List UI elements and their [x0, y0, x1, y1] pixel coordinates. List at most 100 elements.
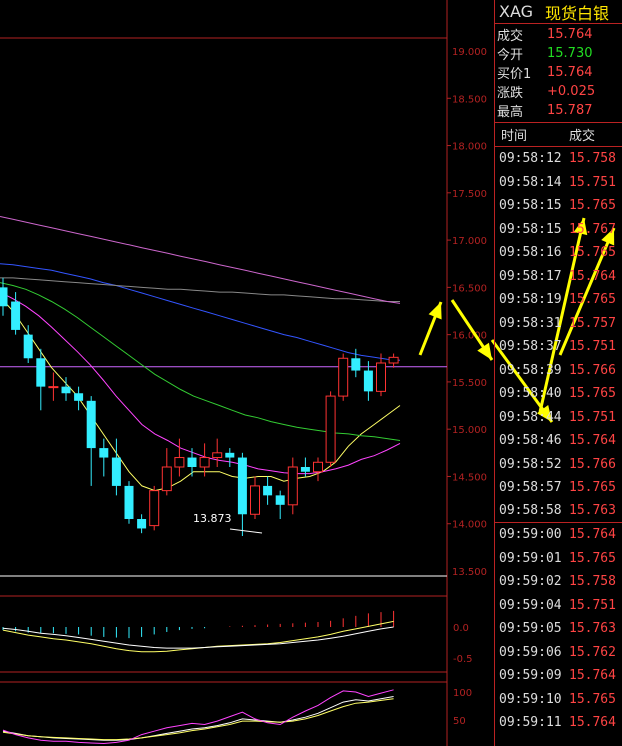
quote-panel: XAG 现货白银 成交 15.764 今开 15.730 买价1 15.764 涨跌 +0.0… — [494, 0, 622, 746]
tick-price: 15.765 — [569, 386, 616, 402]
candle — [225, 448, 235, 467]
candle-body — [187, 457, 197, 467]
candlesticks — [0, 277, 399, 537]
tick-row[interactable]: 09:58:15 15.767 — [495, 218, 622, 242]
y-tick-label: 18.500 — [452, 94, 487, 105]
ticks-header-price: 成交 — [569, 129, 596, 144]
instrument-name: 现货白银 — [545, 3, 610, 23]
tick-row[interactable]: 09:59:10 15.765 — [495, 688, 622, 712]
tick-row[interactable]: 09:58:57 15.765 — [495, 476, 622, 500]
tick-price: 15.763 — [569, 621, 616, 637]
tick-row[interactable]: 09:59:01 15.765 — [495, 547, 622, 571]
tick-row[interactable]: 09:58:37 15.751 — [495, 335, 622, 359]
tick-row[interactable]: 09:58:19 15.765 — [495, 288, 622, 312]
low-price-label: 13.873 — [193, 512, 232, 525]
candle-body — [199, 457, 210, 468]
candle-body — [250, 485, 260, 515]
tick-time: 09:58:14 — [499, 174, 562, 190]
quote-row-value: 15.764 — [547, 27, 593, 42]
tick-time: 09:58:15 — [499, 221, 562, 237]
tick-price: 15.762 — [569, 644, 616, 660]
tick-time: 09:59:11 — [499, 715, 562, 731]
candle — [376, 353, 386, 397]
tick-row[interactable]: 09:58:44 15.751 — [495, 406, 622, 430]
macd-tick-label: -0.5 — [453, 654, 473, 665]
candle — [388, 353, 399, 368]
tick-row[interactable]: 09:58:16 15.765 — [495, 241, 622, 265]
candle — [23, 325, 33, 363]
tick-row[interactable]: 09:59:09 15.764 — [495, 664, 622, 688]
tick-row[interactable]: 09:58:14 15.751 — [495, 171, 622, 195]
tick-row[interactable]: 09:59:00 15.764 — [495, 523, 622, 547]
quote-row: 今开 15.730 — [495, 44, 622, 63]
tick-time: 09:59:06 — [499, 644, 562, 660]
tick-row[interactable]: 09:59:02 15.758 — [495, 570, 622, 594]
y-tick-label: 16.000 — [452, 331, 487, 342]
quote-row-value: 15.764 — [547, 65, 593, 80]
quote-row: 最高 15.787 — [495, 101, 622, 120]
candle-body — [161, 466, 172, 492]
candle-body — [376, 362, 386, 392]
candle — [338, 353, 349, 401]
macd-panel: 0.0 -0.5 — [0, 595, 473, 673]
tick-price: 15.764 — [569, 715, 616, 731]
candle-body — [36, 358, 46, 387]
y-tick-label: 14.000 — [452, 520, 487, 531]
quote-row: 涨跌 +0.025 — [495, 82, 622, 101]
tick-row[interactable]: 09:58:17 15.764 — [495, 265, 622, 289]
tick-row[interactable]: 09:58:15 15.765 — [495, 194, 622, 218]
tick-price: 15.764 — [569, 268, 616, 284]
candle-body — [287, 466, 298, 506]
tick-row[interactable]: 09:58:52 15.766 — [495, 453, 622, 477]
candle-body — [351, 358, 361, 371]
y-tick-label: 19.000 — [452, 47, 487, 58]
tick-time: 09:58:39 — [499, 362, 562, 378]
candle-body — [111, 457, 121, 486]
candle-body — [86, 400, 96, 449]
candle — [313, 457, 323, 482]
tick-row[interactable]: 09:58:40 15.765 — [495, 382, 622, 406]
candle — [250, 476, 260, 519]
macd-line — [2, 620, 394, 653]
y-tick-label: 15.000 — [452, 425, 487, 436]
tick-time: 09:58:19 — [499, 292, 562, 308]
tick-price: 15.758 — [569, 574, 616, 590]
tick-row[interactable]: 09:59:11 15.764 — [495, 711, 622, 735]
tick-price: 15.765 — [569, 245, 616, 261]
candle — [275, 490, 285, 519]
candle — [161, 448, 172, 496]
chart-grid: 19.000 18.500 18.000 17.500 17.000 16.500 16.0… — [0, 0, 487, 746]
moving-average-lines — [0, 216, 401, 492]
tick-row[interactable]: 09:59:06 15.762 — [495, 641, 622, 665]
annotations: 13.873 — [193, 512, 263, 534]
tick-row[interactable]: 09:58:46 15.764 — [495, 429, 622, 453]
tick-time: 09:58:58 — [499, 503, 562, 519]
quote-row-value: 15.787 — [547, 103, 593, 118]
tick-time: 09:59:09 — [499, 668, 562, 684]
tick-row[interactable]: 09:58:12 15.758 — [495, 147, 622, 171]
tick-row[interactable]: 09:59:04 15.751 — [495, 594, 622, 618]
macd-line — [2, 626, 394, 649]
candle-body — [275, 495, 285, 505]
tick-row[interactable]: 09:58:58 15.763 — [495, 500, 622, 523]
arrow-head — [477, 342, 492, 360]
candle — [86, 396, 96, 486]
ticks-header-time: 时间 — [501, 129, 528, 144]
tick-time: 09:59:04 — [499, 597, 562, 613]
tick-row[interactable]: 09:58:39 15.766 — [495, 359, 622, 383]
arrow-annotation — [418, 301, 443, 356]
candle — [111, 438, 121, 496]
tick-row[interactable]: 09:59:05 15.763 — [495, 617, 622, 641]
candle — [48, 372, 59, 401]
tick-price: 15.763 — [569, 503, 616, 519]
tick-price: 15.764 — [569, 527, 616, 543]
candle-body — [23, 334, 33, 359]
y-tick-label: 15.500 — [452, 378, 487, 389]
tick-time: 09:58:37 — [499, 339, 562, 355]
tick-row[interactable]: 09:58:31 15.757 — [495, 312, 622, 336]
tick-price: 15.765 — [569, 691, 616, 707]
tick-price: 15.766 — [569, 362, 616, 378]
arrow-head — [428, 302, 442, 320]
tick-list[interactable]: 09:58:12 15.758 09:58:14 15.751 09:58:15 15.7… — [495, 147, 622, 735]
instrument-code: XAG — [499, 2, 534, 21]
